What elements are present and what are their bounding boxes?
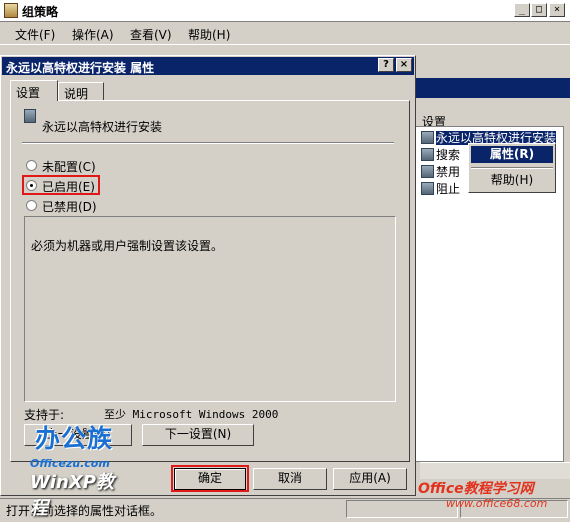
policy-icon [421,182,434,195]
policy-icon [24,109,36,123]
menu-file[interactable]: 文件(F) [15,26,55,43]
close-button[interactable]: × [549,3,565,17]
divider [22,142,394,144]
maximize-button[interactable]: □ [531,3,547,17]
group-policy-app-icon [4,3,18,18]
horizontal-scrollbar[interactable] [420,462,570,479]
minimize-button[interactable]: _ [514,3,530,17]
brand-watermark-url: Officezu.com [30,457,110,470]
radio-label: 已启用(E) [42,180,95,194]
list-item-block[interactable]: 阻止 [421,180,460,197]
description-text: 必须为机器或用户强制设置该设置。 [31,239,224,253]
dialog-help-button[interactable]: ? [378,58,394,72]
apply-button[interactable]: 应用(A) [333,468,407,490]
next-setting-button[interactable]: 下一设置(N) [142,424,254,446]
right-pane-header-band [412,78,570,98]
dialog-title: 永远以高特权进行安装 属性 [6,61,155,75]
radio-button[interactable] [26,160,37,171]
status-cell [346,500,458,518]
context-menu-help[interactable]: 帮助(H) [471,172,553,189]
menu-view[interactable]: 查看(V) [130,26,172,43]
dialog-close-button[interactable]: × [396,58,412,72]
tab-settings[interactable]: 设置 [10,80,58,101]
description-box: 必须为机器或用户强制设置该设置。 [24,216,396,402]
policy-icon [421,165,434,178]
list-item-disable[interactable]: 禁用 [421,163,460,180]
policy-icon [421,148,434,161]
tab-explain[interactable]: 说明 [58,82,104,101]
radio-button[interactable] [26,200,37,211]
radio-button-selected[interactable] [26,180,37,191]
office68-watermark-url: www.office68.com [446,497,548,510]
cancel-button[interactable]: 取消 [253,468,327,490]
context-menu: 属性(R) 帮助(H) [468,143,556,193]
policy-name: 永远以高特权进行安装 [42,120,163,134]
context-menu-properties[interactable]: 属性(R) [471,146,553,163]
ok-button[interactable]: 确定 [174,468,246,490]
list-item-search[interactable]: 搜索 [421,146,460,163]
winxp-watermark: WinXP教程 [30,472,114,519]
brand-watermark-logo: 办公族 [35,424,114,453]
main-window-titlebar: 组策略 _ □ × [0,0,570,22]
supported-value: 至少 Microsoft Windows 2000 [104,408,279,421]
menu-bar: 文件(F) 操作(A) 查看(V) 帮助(H) [0,22,570,44]
menu-action[interactable]: 操作(A) [72,26,114,43]
supported-label: 支持于: [24,408,65,422]
main-window-title: 组策略 [22,5,59,19]
context-menu-separator [471,167,553,169]
radio-label: 未配置(C) [42,160,96,174]
dialog-titlebar: 永远以高特权进行安装 属性 [2,57,414,75]
menu-help[interactable]: 帮助(H) [188,26,230,43]
radio-label: 已禁用(D) [42,200,97,214]
policy-icon [421,131,434,144]
